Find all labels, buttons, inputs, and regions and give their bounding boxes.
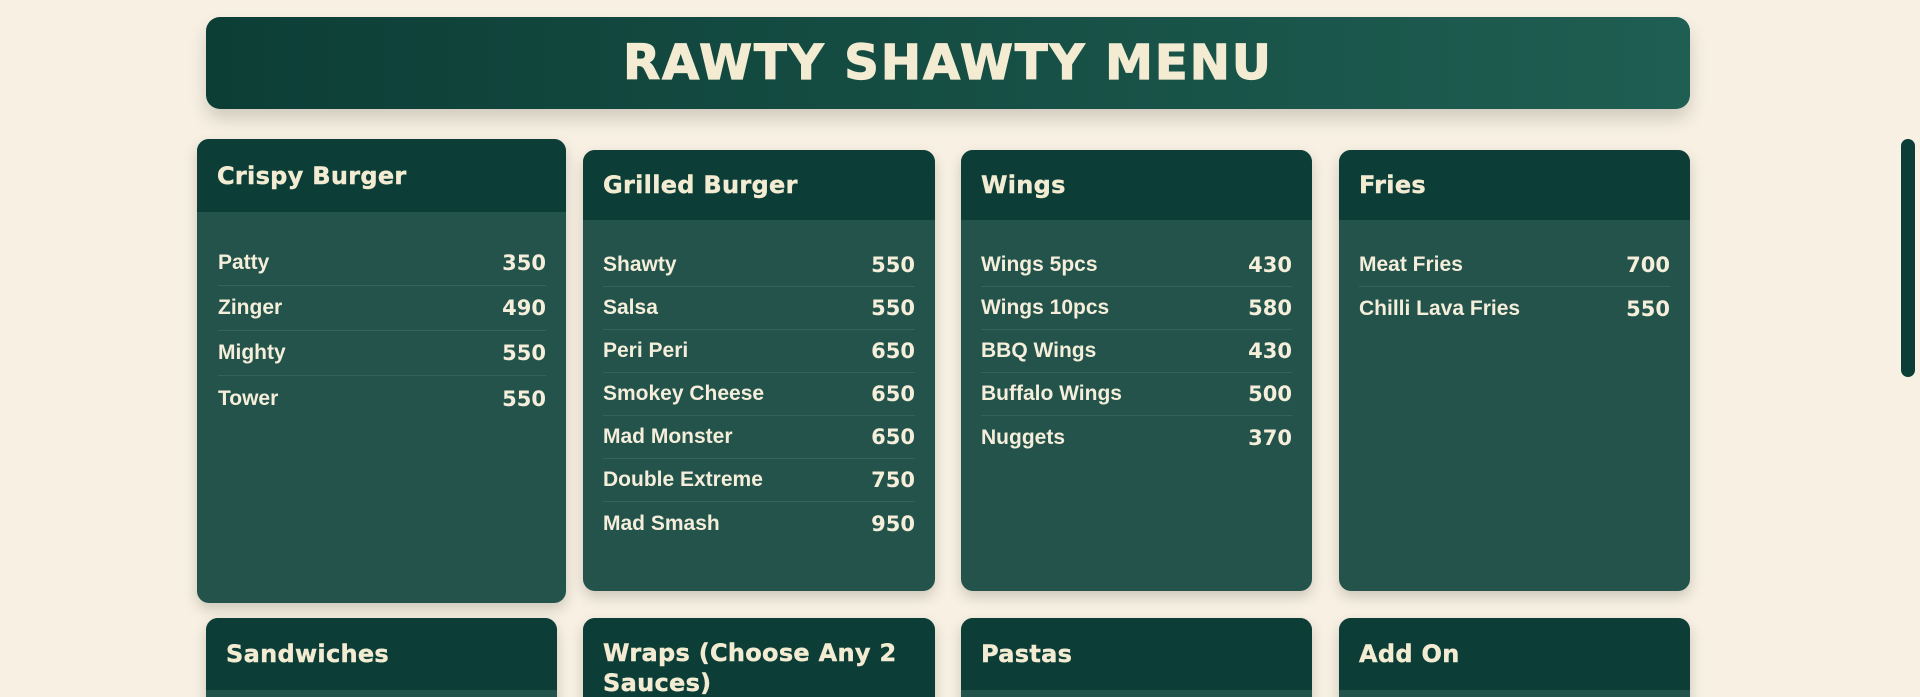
category-title: Wings [981,171,1066,199]
menu-item[interactable]: Shawty 550 [603,244,915,287]
scrollbar-thumb[interactable] [1901,139,1915,377]
item-price: 350 [502,251,546,275]
item-name: Patty [218,251,270,274]
item-price: 430 [1248,253,1292,277]
category-header: Fries [1339,150,1690,220]
menu-item[interactable]: Tower 550 [218,376,546,421]
item-price: 370 [1248,425,1292,450]
category-title: Wraps (Choose Any 2 Sauces) [603,639,897,697]
menu-item[interactable]: Meat Fries 700 [1359,244,1670,287]
scrollbar[interactable] [1896,125,1920,387]
category-title: Grilled Burger [603,171,798,199]
category-title: Sandwiches [226,640,390,668]
menu-item[interactable]: Nuggets 370 [981,416,1292,459]
menu-item[interactable]: Zinger 490 [218,286,546,331]
menu-item[interactable]: Double Extreme 750 [603,459,915,502]
menu-header: RAWTY SHAWTY MENU [206,17,1690,109]
item-name: Zinger [218,296,283,319]
item-price: 550 [1626,296,1670,321]
category-header: Pastas [961,618,1312,690]
category-card-add-on: Add On [1339,618,1690,697]
item-name: Mad Smash [603,511,720,535]
menu-item-list: Patty 350 Zinger 490 Mighty 550 Tower 55… [197,212,566,421]
category-card-grilled-burger: Grilled Burger Shawty 550 Salsa 550 Peri… [583,150,935,591]
menu-item[interactable]: Wings 5pcs 430 [981,244,1292,287]
menu-item[interactable]: Buffalo Wings 500 [981,373,1292,416]
item-price: 500 [1248,382,1292,406]
item-name: Buffalo Wings [981,382,1122,405]
item-price: 550 [871,253,915,277]
menu-item[interactable]: Mighty 550 [218,331,546,376]
menu-item-list: Meat Fries 700 Chilli Lava Fries 550 [1339,220,1690,330]
category-header: Add On [1339,618,1690,690]
menu-item[interactable]: BBQ Wings 430 [981,330,1292,373]
item-name: Tower [218,386,279,410]
item-name: Meat Fries [1359,253,1463,276]
item-price: 650 [871,339,915,363]
category-card-crispy-burger: Crispy Burger Patty 350 Zinger 490 Might… [197,139,566,603]
item-name: Mighty [218,341,286,364]
menu-item-list: Shawty 550 Salsa 550 Peri Peri 650 Smoke… [583,220,935,545]
item-name: Wings 10pcs [981,296,1110,319]
category-header: Sandwiches [206,618,557,690]
item-price: 950 [871,511,915,536]
item-name: Smokey Cheese [603,382,765,405]
menu-item[interactable]: Mad Monster 650 [603,416,915,459]
category-header: Wraps (Choose Any 2 Sauces) [583,618,935,697]
category-title: Fries [1359,171,1426,199]
item-price: 750 [871,468,915,492]
menu-item[interactable]: Salsa 550 [603,287,915,330]
item-price: 550 [871,296,915,320]
item-price: 430 [1248,339,1292,363]
menu-title: RAWTY SHAWTY MENU [623,34,1273,91]
category-card-wraps: Wraps (Choose Any 2 Sauces) [583,618,935,697]
item-name: Shawty [603,253,677,276]
menu-item[interactable]: Peri Peri 650 [603,330,915,373]
category-card-wings: Wings Wings 5pcs 430 Wings 10pcs 580 BBQ… [961,150,1312,591]
item-name: Nuggets [981,425,1065,449]
menu-item-list: Wings 5pcs 430 Wings 10pcs 580 BBQ Wings… [961,220,1312,459]
category-card-fries: Fries Meat Fries 700 Chilli Lava Fries 5… [1339,150,1690,591]
item-price: 700 [1626,253,1670,277]
category-card-pastas: Pastas [961,618,1312,697]
item-price: 650 [871,425,915,449]
menu-item[interactable]: Chilli Lava Fries 550 [1359,287,1670,330]
menu-item[interactable]: Wings 10pcs 580 [981,287,1292,330]
category-title: Crispy Burger [217,161,407,190]
item-price: 490 [502,296,546,320]
item-name: Mad Monster [603,425,733,448]
menu-item[interactable]: Smokey Cheese 650 [603,373,915,416]
item-price: 550 [502,341,546,365]
menu-item[interactable]: Patty 350 [218,241,546,286]
item-price: 580 [1248,296,1292,320]
item-name: Chilli Lava Fries [1359,296,1521,320]
category-card-sandwiches: Sandwiches [206,618,557,697]
category-title: Add On [1359,640,1460,668]
category-header: Grilled Burger [583,150,935,220]
item-name: Double Extreme [603,468,763,491]
item-name: BBQ Wings [981,339,1097,362]
menu-item[interactable]: Mad Smash 950 [603,502,915,545]
item-name: Salsa [603,296,658,319]
category-header: Crispy Burger [197,139,566,212]
item-price: 550 [502,386,546,411]
item-name: Wings 5pcs [981,253,1098,276]
menu-page: RAWTY SHAWTY MENU Crispy Burger Patty 35… [0,0,1920,697]
category-title: Pastas [981,640,1073,668]
category-header: Wings [961,150,1312,220]
item-name: Peri Peri [603,339,689,362]
item-price: 650 [871,382,915,406]
